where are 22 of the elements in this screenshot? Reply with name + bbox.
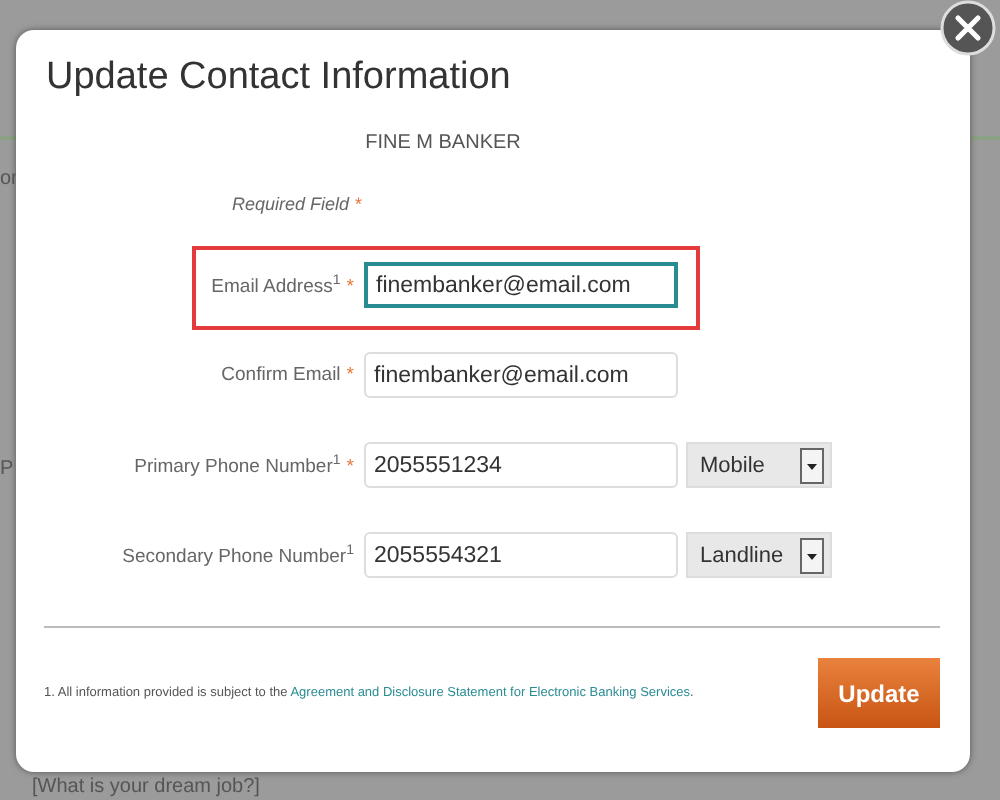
type-dropdown[interactable]: Mobile bbox=[686, 442, 832, 488]
required-mark: * bbox=[355, 194, 363, 214]
input-field[interactable]: 2055551234 bbox=[364, 442, 678, 488]
field-label: Secondary Phone Number$^{1}$ bbox=[122, 545, 354, 568]
required-mark: * bbox=[346, 275, 354, 298]
required-mark: * bbox=[346, 364, 354, 386]
close-icon[interactable] bbox=[940, 0, 996, 56]
required-note: Required Field bbox=[232, 194, 350, 214]
field-label: Email Address$^{1}$ bbox=[211, 275, 341, 298]
type-dropdown[interactable]: Landline bbox=[686, 532, 832, 578]
page-text: or bbox=[0, 168, 18, 190]
input-field[interactable]: finembanker@email.com bbox=[364, 352, 678, 398]
customer-name: FINE M BANKER bbox=[363, 132, 523, 154]
field-label: Confirm Email bbox=[221, 364, 341, 386]
input-field[interactable]: 2055554321 bbox=[364, 532, 678, 578]
dialog-title: Update Contact Information bbox=[46, 56, 513, 100]
update-button[interactable]: Update bbox=[818, 658, 940, 728]
page-text: [What is your dream job?] bbox=[30, 776, 262, 798]
input-field[interactable]: finembanker@email.com bbox=[364, 262, 678, 308]
page-text: P bbox=[0, 458, 14, 480]
required-mark: * bbox=[346, 455, 354, 478]
field-label: Primary Phone Number$^{1}$ bbox=[134, 455, 341, 478]
